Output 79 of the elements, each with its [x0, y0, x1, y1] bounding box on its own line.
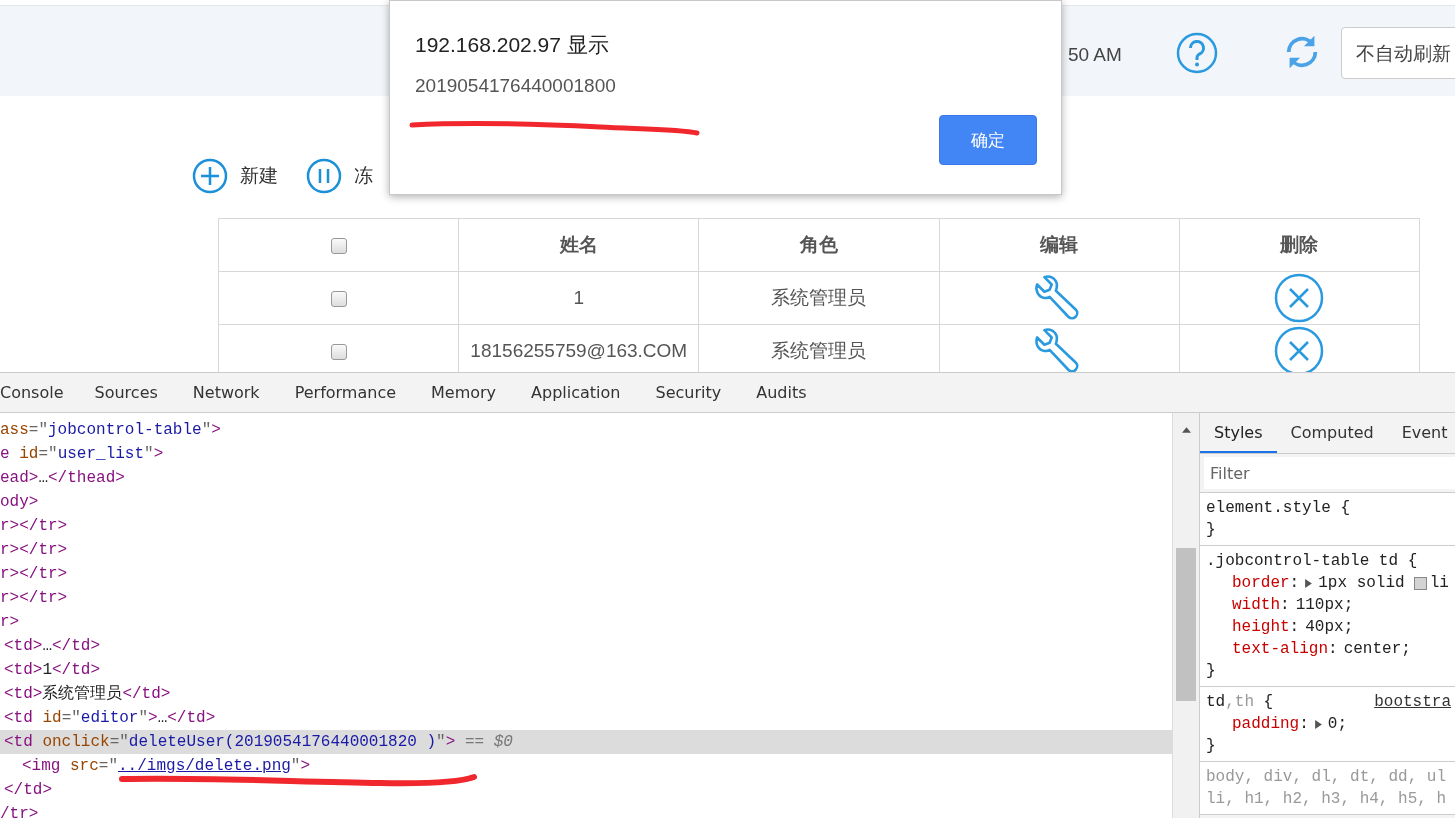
css-property: border: [1232, 573, 1301, 594]
styles-tab[interactable]: Computed [1276, 413, 1388, 453]
filter-field[interactable]: Filter [1204, 457, 1455, 489]
dom-node-line[interactable]: e id="user_list"> [0, 442, 1172, 466]
dom-node-line[interactable]: <td>1</td> [0, 658, 1172, 682]
expand-icon[interactable] [1305, 578, 1313, 588]
row-checkbox[interactable] [330, 344, 347, 360]
ok-button[interactable]: 确定 [939, 115, 1037, 165]
table-cell: 1 [458, 271, 699, 325]
css-selector: element.style { [1206, 498, 1351, 519]
css-value: 1px solid [1318, 573, 1405, 594]
column-header: 编辑 [939, 218, 1180, 272]
styles-tab[interactable]: Styles [1200, 413, 1277, 453]
freeze-button[interactable]: 冻 [306, 156, 373, 196]
css-property: width: [1232, 595, 1291, 616]
devtools-tab[interactable]: Sources [94, 373, 175, 412]
devtools-tab[interactable]: Console [0, 373, 81, 412]
column-header: 角色 [698, 218, 940, 272]
dialog-title: 192.168.202.97 显示 [415, 32, 610, 58]
scrollbar-thumb[interactable] [1176, 548, 1196, 701]
dom-node-line[interactable]: <td>系统管理员</td> [0, 682, 1172, 706]
dom-node-line[interactable]: r></tr> [0, 538, 1172, 562]
devtools-tab[interactable]: Security [655, 373, 739, 412]
column-header: 姓名 [458, 218, 699, 272]
pause-icon [306, 158, 342, 194]
dom-node-line[interactable]: ody> [0, 490, 1172, 514]
css-value: center; [1343, 639, 1411, 660]
closing-brace: } [1206, 736, 1217, 757]
devtools-tab[interactable]: Memory [431, 373, 514, 412]
dom-node-line[interactable]: <td id="editor">…</td> [0, 706, 1172, 730]
code-text: =" [98, 757, 118, 775]
dom-node-line[interactable]: r></tr> [0, 562, 1172, 586]
css-selector: body, div, dl, dt, dd, ul [1206, 767, 1448, 788]
color-swatch[interactable] [1413, 576, 1427, 590]
dom-node-line[interactable]: ead>…</thead> [0, 466, 1172, 490]
css-selector: li, h1, h2, h3, h4, h5, h [1206, 789, 1448, 810]
select-all-checkbox[interactable] [330, 238, 347, 254]
scroll-up-icon[interactable] [1182, 427, 1191, 433]
dom-node-line[interactable]: r></tr> [0, 514, 1172, 538]
dom-node-line[interactable]: /tr> [0, 802, 1172, 818]
close-circle-icon[interactable] [1274, 273, 1325, 323]
code-text: > [300, 757, 311, 775]
expand-icon[interactable] [1314, 719, 1322, 729]
code-text: " [290, 757, 301, 775]
row-checkbox[interactable] [330, 291, 347, 307]
column-header: 删除 [1179, 218, 1420, 272]
dom-node-line[interactable]: ass="jobcontrol-table"> [0, 418, 1172, 442]
link[interactable]: ../imgs/delete.png [118, 757, 291, 775]
css-selector: .jobcontrol-table td { [1206, 551, 1418, 572]
css-selector: td,th { [1206, 692, 1274, 713]
closing-brace: } [1206, 661, 1217, 682]
plus-icon [192, 158, 228, 194]
styles-tab[interactable]: Event [1387, 413, 1455, 453]
closing-brace: } [1206, 520, 1217, 541]
css-value: 40px; [1305, 617, 1354, 638]
css-property: padding: [1232, 714, 1310, 735]
dom-node-line[interactable]: <td>…</td> [0, 634, 1172, 658]
new-button[interactable]: 新建 [192, 156, 278, 196]
devtools-tab[interactable]: Network [192, 373, 277, 412]
devtools-tab[interactable]: Audits [756, 373, 824, 412]
source-link[interactable]: bootstra [1374, 691, 1451, 713]
devtools-tab[interactable]: Performance [294, 373, 413, 412]
devtools-tab[interactable]: Application [531, 373, 638, 412]
css-property: height: [1232, 617, 1301, 638]
code-text: src [69, 757, 99, 775]
css-value: 0; [1327, 714, 1348, 735]
dialog-message: 2019054176440001800 [415, 75, 617, 97]
scrollbar[interactable] [1172, 413, 1199, 818]
clock-text: 50 AM [1068, 44, 1122, 66]
help-icon[interactable] [1175, 31, 1219, 75]
table-cell: 系统管理员 [698, 271, 940, 325]
code-text: <img [22, 757, 61, 775]
css-value: 110px; [1295, 595, 1354, 616]
css-property: text-align: [1232, 639, 1339, 660]
dom-node-line[interactable]: r></tr> [0, 586, 1172, 610]
css-value: li [1429, 573, 1449, 594]
dom-node-line[interactable]: r> [0, 610, 1172, 634]
dom-node-line[interactable]: </td> [0, 778, 1172, 802]
refresh-select[interactable]: 不自动刷新 [1341, 27, 1455, 79]
